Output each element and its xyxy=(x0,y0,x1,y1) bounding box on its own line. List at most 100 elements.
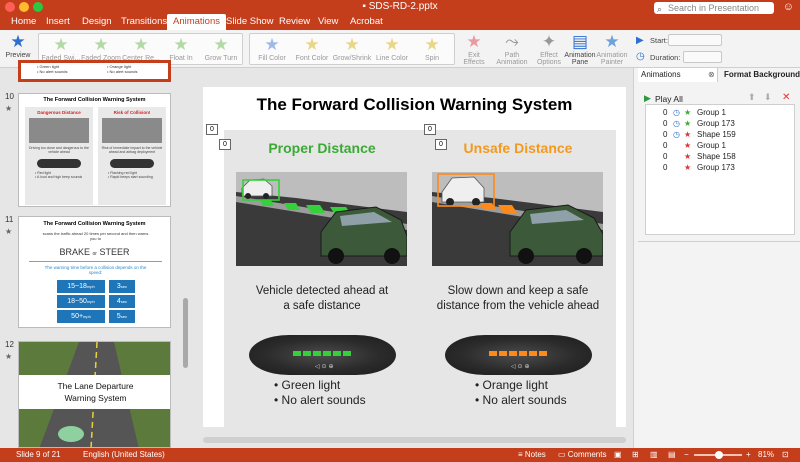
comments-button[interactable]: ▭ Comments xyxy=(558,448,606,462)
emphasis-star-icon: ★ xyxy=(344,35,360,54)
entrance-star-icon: ★ xyxy=(684,108,692,117)
animation-star-icon: ★ xyxy=(5,227,13,236)
effect-options-button[interactable]: ✦ Effect Options xyxy=(534,32,564,66)
animation-item[interactable]: 0 ◷ ★ Shape 159 xyxy=(646,130,796,140)
zoom-level[interactable]: 81% xyxy=(758,448,774,462)
effect-faded-swivel[interactable]: ★ Faded Swi... xyxy=(41,35,81,62)
effect-line-color[interactable]: ★ Line Color xyxy=(372,35,412,62)
notes-icon: ≡ xyxy=(518,450,525,459)
animation-order-tag[interactable]: 0 xyxy=(424,124,436,135)
thumb10-right-panel: Risk of Collision! Risk of immediate imp… xyxy=(98,107,166,205)
slideshow-icon[interactable]: ▤ xyxy=(668,448,676,462)
thumbnail-scrollbar[interactable] xyxy=(183,298,188,368)
animation-pane-icon: ▤ xyxy=(571,32,589,51)
slide-thumbnail-pane: • Green light • No alert sounds • Orange … xyxy=(0,60,193,448)
effect-spin[interactable]: ★ Spin xyxy=(412,35,452,62)
proper-distance-heading[interactable]: Proper Distance xyxy=(224,140,420,156)
unsafe-distance-image[interactable] xyxy=(432,172,603,266)
notes-button[interactable]: ≡ Notes xyxy=(518,448,546,462)
duration-stepper[interactable] xyxy=(683,51,722,63)
normal-view-icon[interactable]: ▣ xyxy=(614,448,622,462)
animation-painter-button[interactable]: ★ Animation Painter xyxy=(596,32,628,66)
effect-faded-zoom[interactable]: ★ Faded Zoom xyxy=(81,35,121,62)
start-select[interactable] xyxy=(668,34,722,46)
animation-item[interactable]: 0 ★ Shape 158 xyxy=(646,152,796,162)
proper-distance-bullets[interactable]: • Green light • No alert sounds xyxy=(274,378,366,408)
language-indicator[interactable]: English (United States) xyxy=(83,448,165,462)
thumb11-title: The Forward Collision Warning System xyxy=(43,221,146,227)
slide-title[interactable]: The Forward Collision Warning System xyxy=(203,95,626,115)
slide-thumbnail-12[interactable]: The Lane Departure Warning System xyxy=(18,341,171,448)
tab-review[interactable]: Review xyxy=(279,14,310,30)
proper-distance-caption[interactable]: Vehicle detected ahead at a safe distanc… xyxy=(224,284,420,314)
tab-format-background[interactable]: Format Background xyxy=(720,68,800,82)
tab-design[interactable]: Design xyxy=(82,14,112,30)
animation-order-tag[interactable]: 0 xyxy=(206,124,218,135)
svg-text:◁ ⊙ ⊕: ◁ ⊙ ⊕ xyxy=(511,363,529,370)
tab-transitions[interactable]: Transitions xyxy=(121,14,167,30)
tab-animations-pane[interactable]: Animations ⊗ xyxy=(638,68,718,82)
pane-divider xyxy=(638,241,800,242)
zoom-slider-thumb[interactable] xyxy=(715,451,723,459)
effect-float-in[interactable]: ★ Float In xyxy=(161,35,201,62)
status-bar: Slide 9 of 21 English (United States) ≡ … xyxy=(0,448,800,462)
unsafe-distance-bullets[interactable]: • Orange light • No alert sounds xyxy=(475,378,567,408)
unsafe-distance-heading[interactable]: Unsafe Distance xyxy=(420,140,616,156)
proper-distance-image[interactable] xyxy=(236,172,407,266)
path-animation-button[interactable]: ⤳ Path Animation xyxy=(494,32,530,66)
tab-acrobat[interactable]: Acrobat xyxy=(350,14,383,30)
effect-grow-turn[interactable]: ★ Grow Turn xyxy=(201,35,241,62)
delete-icon[interactable]: ✕ xyxy=(782,92,790,103)
animation-item[interactable]: 0 ★ Group 173 xyxy=(646,163,796,173)
exit-effects-button[interactable]: ★ Exit Effects xyxy=(460,32,488,66)
play-all-button[interactable]: Play All xyxy=(655,94,683,104)
clock-icon: ◷ xyxy=(673,119,680,128)
orange-led-bar: ◁ ⊙ ⊕ xyxy=(489,351,547,370)
animation-order-tag[interactable]: 0 xyxy=(219,139,231,150)
tab-view[interactable]: View xyxy=(318,14,338,30)
title-bar: ▪ SDS-RD-2.pptx ⌕ Search in Presentation … xyxy=(0,0,800,14)
slide-sorter-icon[interactable]: ⊞ xyxy=(632,448,639,462)
thumb10-title: The Forward Collision Warning System xyxy=(43,97,146,103)
slide-number-12: 12 xyxy=(5,340,14,349)
user-icon[interactable]: ☺ xyxy=(783,1,794,13)
animation-item[interactable]: 0 ★ Group 1 xyxy=(646,141,796,151)
tab-animations[interactable]: Animations xyxy=(167,14,226,30)
effect-center-revolve[interactable]: ★ Center Re... xyxy=(121,35,161,62)
animation-order-tag[interactable]: 0 xyxy=(435,139,447,150)
slide-thumbnail-9[interactable]: • Green light • No alert sounds • Orange … xyxy=(18,60,171,82)
entrance-star-icon: ★ xyxy=(173,35,189,54)
thumb11-speed-table: 15~18mph 3sec 18~50mph 4sec 50+mph 5sec xyxy=(57,280,135,323)
tab-slide-show[interactable]: Slide Show xyxy=(226,14,274,30)
slide-thumbnail-10[interactable]: The Forward Collision Warning System Dan… xyxy=(18,93,171,207)
animation-pane-button[interactable]: ▤ Animation Pane xyxy=(564,32,596,66)
animation-star-icon: ★ xyxy=(5,352,13,361)
preview-button[interactable]: ★ Preview xyxy=(5,32,31,59)
unsafe-distance-caption[interactable]: Slow down and keep a safe distance from … xyxy=(420,284,616,314)
effect-grow-shrink[interactable]: ★ Grow/Shrink xyxy=(332,35,372,62)
search-input[interactable]: ⌕ Search in Presentation xyxy=(654,2,774,14)
exit-star-icon: ★ xyxy=(684,163,692,172)
animation-item[interactable]: 0 ◷ ★ Group 1 xyxy=(646,108,796,118)
close-icon[interactable]: ⊗ xyxy=(708,68,715,82)
effect-font-color[interactable]: ★ Font Color xyxy=(292,35,332,62)
animation-painter-icon: ★ xyxy=(604,32,620,51)
current-slide[interactable]: The Forward Collision Warning System Pro… xyxy=(203,87,626,427)
exit-star-icon: ★ xyxy=(684,130,692,139)
canvas-horizontal-scrollbar[interactable] xyxy=(203,437,626,443)
move-down-icon[interactable]: ⬇ xyxy=(764,92,772,103)
slide-number-11: 11 xyxy=(5,215,14,224)
exit-star-icon: ★ xyxy=(684,152,692,161)
move-up-icon[interactable]: ⬆ xyxy=(748,92,756,103)
animation-item[interactable]: 0 ◷ ★ Group 173 xyxy=(646,119,796,129)
reading-view-icon[interactable]: ▥ xyxy=(650,448,658,462)
effect-fill-color[interactable]: ★ Fill Color xyxy=(252,35,292,62)
tab-insert[interactable]: Insert xyxy=(46,14,70,30)
zoom-out-icon[interactable]: − xyxy=(684,448,689,462)
slide-thumbnail-11[interactable]: The Forward Collision Warning System sca… xyxy=(18,216,171,328)
thumb11-divider xyxy=(29,261,162,262)
tab-home[interactable]: Home xyxy=(11,14,36,30)
zoom-in-icon[interactable]: + xyxy=(746,448,751,462)
fit-to-window-icon[interactable]: ⊡ xyxy=(782,448,789,462)
animation-star-icon: ★ xyxy=(5,104,13,113)
